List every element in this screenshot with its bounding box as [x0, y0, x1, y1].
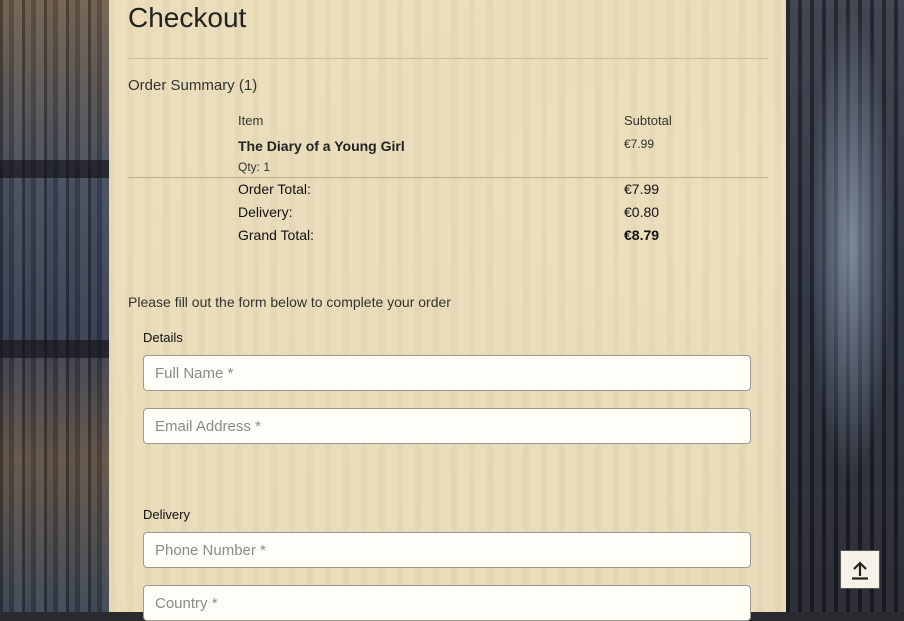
- email-input[interactable]: [143, 408, 751, 444]
- country-input[interactable]: [143, 585, 751, 621]
- page-title: Checkout: [128, 2, 247, 33]
- bookshelf-right-decor: [786, 0, 904, 612]
- order-item-qty: Qty: 1: [238, 160, 271, 174]
- summary-divider: [128, 177, 768, 178]
- checkout-panel: Checkout Order Summary (1) Item Subtotal…: [109, 0, 786, 621]
- arrow-up-to-line-icon: [852, 560, 868, 580]
- subtotal-column-header: Subtotal: [624, 113, 672, 128]
- scroll-to-top-button[interactable]: [840, 550, 880, 589]
- order-total-value: €7.99: [624, 181, 660, 197]
- form-intro-text: Please fill out the form below to comple…: [128, 294, 451, 310]
- phone-input[interactable]: [143, 532, 751, 568]
- item-column-header: Item: [238, 113, 264, 128]
- title-divider: [128, 58, 768, 59]
- details-section-label: Details: [143, 330, 183, 345]
- order-summary-heading: Order Summary (1): [128, 77, 258, 94]
- order-item-subtotal: €7.99: [624, 137, 655, 151]
- delivery-label: Delivery:: [238, 204, 293, 220]
- order-item-name: The Diary of a Young Girl: [238, 138, 405, 154]
- grand-total-value: €8.79: [624, 227, 660, 243]
- grand-total-label: Grand Total:: [238, 227, 315, 243]
- full-name-input[interactable]: [143, 355, 751, 391]
- bookshelf-left-decor: [0, 0, 110, 612]
- delivery-section-label: Delivery: [143, 507, 190, 522]
- order-total-label: Order Total:: [238, 181, 311, 197]
- delivery-value: €0.80: [624, 204, 660, 220]
